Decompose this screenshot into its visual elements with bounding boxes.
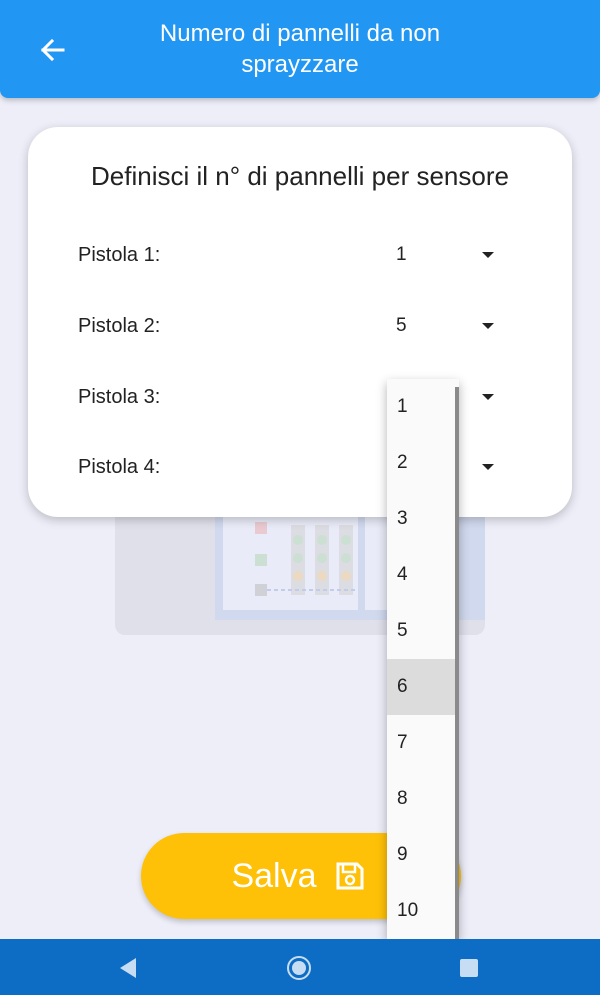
back-button[interactable] [30,30,74,70]
row-pistola-2: Pistola 2: 5 [28,306,572,346]
pistola-4-label: Pistola 4: [78,456,161,478]
save-icon [336,862,364,890]
row-pistola-3: Pistola 3: [28,377,572,417]
arrow-left-icon [40,38,65,62]
nav-recents-icon[interactable] [455,954,483,982]
dropdown-option[interactable]: 1 [387,379,455,435]
pistola-3-label: Pistola 3: [78,386,161,408]
chevron-down-icon[interactable] [482,394,494,400]
card-title: Definisci il n° di pannelli per sensore [91,161,509,191]
row-pistola-4: Pistola 4: [28,447,572,487]
dropdown-scrollbar[interactable] [455,387,459,939]
pistola-1-label: Pistola 1: [78,244,161,266]
app-bar: Numero di pannelli da non sprayzzare [0,0,600,98]
save-button-label: Salva [231,856,317,895]
pistola-1-select-value[interactable]: 1 [396,244,407,266]
options-dropdown[interactable]: 1 2 3 4 5 6 7 8 9 10 [387,379,459,939]
row-pistola-1: Pistola 1: 1 [28,235,572,275]
chevron-down-icon[interactable] [482,464,494,470]
system-nav-bar [0,939,600,995]
chevron-down-icon[interactable] [482,323,494,329]
dropdown-option[interactable]: 9 [387,827,455,883]
nav-back-icon[interactable] [114,954,142,982]
dropdown-option[interactable]: 8 [387,771,455,827]
pistola-2-label: Pistola 2: [78,315,161,337]
dropdown-option[interactable]: 5 [387,603,455,659]
dropdown-option[interactable]: 10 [387,883,455,939]
chevron-down-icon[interactable] [482,252,494,258]
page-title: Numero di pannelli da non sprayzzare [159,20,441,78]
pistola-2-select-value[interactable]: 5 [396,315,407,337]
nav-home-icon[interactable] [285,954,313,982]
dropdown-option[interactable]: 3 [387,491,455,547]
dropdown-option[interactable]: 2 [387,435,455,491]
settings-card: Definisci il n° di pannelli per sensore … [28,127,572,517]
dropdown-option[interactable]: 7 [387,715,455,771]
dropdown-option[interactable]: 4 [387,547,455,603]
dropdown-option-highlighted[interactable]: 6 [387,659,455,715]
